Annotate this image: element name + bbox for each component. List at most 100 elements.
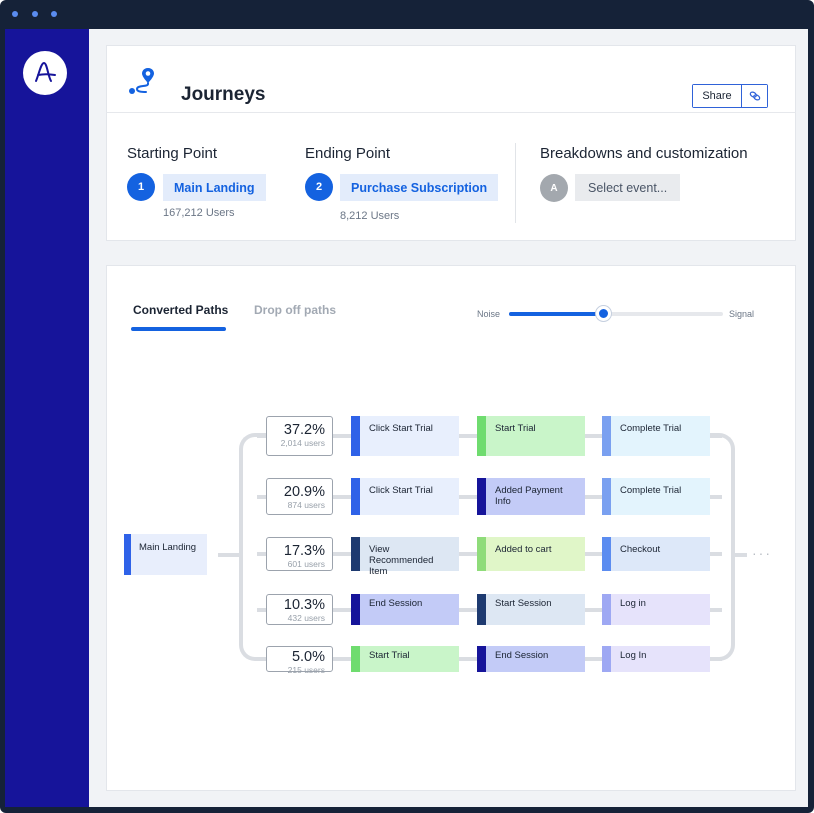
path-percentage: 5.0% (291, 649, 325, 665)
step-color-bar (351, 416, 360, 456)
header-card: Journeys Share (106, 45, 796, 112)
path-percentage-box[interactable]: 17.3% 601 users (266, 537, 333, 571)
starting-point-label: Starting Point (127, 145, 218, 162)
step-color-bar (602, 537, 611, 571)
journey-step-node[interactable]: End Session (351, 594, 459, 625)
tab-converted-paths[interactable]: Converted Paths (133, 303, 228, 317)
copy-link-button[interactable] (742, 85, 767, 107)
app-window: Journeys Share Starting Point 1 Main Lan… (0, 0, 814, 813)
path-percentage-box[interactable]: 10.3% 432 users (266, 594, 333, 625)
step-label: Checkout (620, 544, 661, 555)
step-label: Click Start Trial (369, 423, 433, 434)
step-label: End Session (495, 650, 549, 661)
step-label: Click Start Trial (369, 485, 433, 496)
starting-users-count: 167,212 Users (163, 207, 235, 219)
starting-event-chip[interactable]: Main Landing (163, 174, 266, 201)
path-percentage-box[interactable]: 37.2% 2,014 users (266, 416, 333, 456)
start-node-label: Main Landing (139, 542, 197, 553)
step-color-bar (602, 416, 611, 456)
page-title: Journeys (181, 84, 266, 105)
step-label: Start Trial (495, 423, 536, 434)
path-percentage: 20.9% (283, 484, 325, 500)
journey-step-node[interactable]: Start Trial (477, 416, 585, 456)
path-percentage: 10.3% (283, 597, 325, 613)
more-paths-indicator[interactable]: ··· (752, 545, 772, 561)
path-users: 874 users (287, 500, 325, 510)
journey-step-node[interactable]: Log in (602, 594, 710, 625)
start-node-bar (124, 534, 131, 575)
step-label: Complete Trial (620, 423, 682, 434)
ending-point-label: Ending Point (305, 145, 391, 162)
step-label: View Recommended Item (369, 544, 434, 577)
path-percentage: 17.3% (283, 543, 325, 559)
journey-step-node[interactable]: View Recommended Item (351, 537, 459, 577)
ending-users-count: 8,212 Users (340, 210, 400, 222)
journey-step-node[interactable]: Checkout (602, 537, 710, 571)
step-color-bar (602, 594, 611, 625)
journey-step-node[interactable]: End Session (477, 646, 585, 672)
journey-step-node[interactable]: Start Session (477, 594, 585, 625)
window-dot-2[interactable] (32, 11, 38, 17)
step-color-bar (477, 416, 486, 456)
breakdown-badge: A (540, 174, 568, 202)
journey-route-icon (127, 66, 157, 101)
step-color-bar (477, 594, 486, 625)
step-color-bar (602, 478, 611, 515)
journey-chart-card: Converted Paths Drop off paths Noise Sig… (106, 265, 796, 791)
starting-point-badge: 1 (127, 173, 155, 201)
journey-step-node[interactable]: Added Payment Info (477, 478, 585, 515)
step-color-bar (477, 478, 486, 515)
noise-label: Noise (477, 309, 501, 319)
step-label: Log In (620, 650, 647, 661)
step-color-bar (477, 537, 486, 571)
share-button[interactable]: Share (693, 85, 742, 107)
title-bar (0, 0, 814, 29)
select-event-button[interactable]: Select event... (575, 174, 681, 201)
end-connector (731, 553, 747, 557)
slider-fill (509, 312, 604, 316)
path-users: 2,014 users (280, 438, 325, 448)
path-users: 432 users (287, 613, 325, 623)
journey-step-node[interactable]: Start Trial (351, 646, 459, 672)
share-controls: Share (692, 84, 768, 108)
journey-step-node[interactable]: Complete Trial (602, 478, 710, 515)
window-dot-3[interactable] (51, 11, 57, 17)
step-label: Added Payment Info (495, 485, 563, 507)
step-color-bar (602, 646, 611, 672)
window-dot-1[interactable] (12, 11, 18, 17)
start-node[interactable]: Main Landing (124, 534, 207, 575)
amplitude-logo-icon[interactable] (23, 51, 67, 95)
step-label: Added to cart (495, 544, 552, 555)
signal-label: Signal (729, 309, 755, 319)
path-percentage-box[interactable]: 5.0% 215 users (266, 646, 333, 675)
path-users: 215 users (287, 665, 325, 675)
path-percentage-box[interactable]: 20.9% 874 users (266, 478, 333, 515)
journey-step-node[interactable]: Added to cart (477, 537, 585, 571)
points-card: Starting Point 1 Main Landing 167,212 Us… (106, 112, 796, 241)
ending-point-badge: 2 (305, 173, 333, 201)
journey-step-node[interactable]: Click Start Trial (351, 478, 459, 515)
step-label: Start Trial (369, 650, 410, 661)
tab-drop-off-paths[interactable]: Drop off paths (254, 303, 336, 317)
journey-step-node[interactable]: Log In (602, 646, 710, 672)
journey-step-node[interactable]: Complete Trial (602, 416, 710, 456)
breakdowns-label: Breakdowns and customization (540, 145, 748, 162)
step-label: Complete Trial (620, 485, 682, 496)
active-tab-indicator (131, 327, 226, 331)
step-color-bar (351, 478, 360, 515)
left-bracket (239, 433, 269, 661)
main-content: Journeys Share Starting Point 1 Main Lan… (89, 29, 808, 807)
section-divider (515, 143, 516, 223)
step-color-bar (351, 537, 360, 571)
step-label: Start Session (495, 598, 552, 609)
slider-thumb[interactable] (596, 306, 612, 321)
step-color-bar (351, 646, 360, 672)
ending-event-chip[interactable]: Purchase Subscription (340, 174, 499, 201)
journey-step-node[interactable]: Click Start Trial (351, 416, 459, 456)
sidebar (5, 29, 89, 807)
step-label: End Session (369, 598, 423, 609)
path-percentage: 37.2% (283, 422, 325, 438)
step-color-bar (477, 646, 486, 672)
step-label: Log in (620, 598, 646, 609)
link-icon (749, 91, 760, 101)
